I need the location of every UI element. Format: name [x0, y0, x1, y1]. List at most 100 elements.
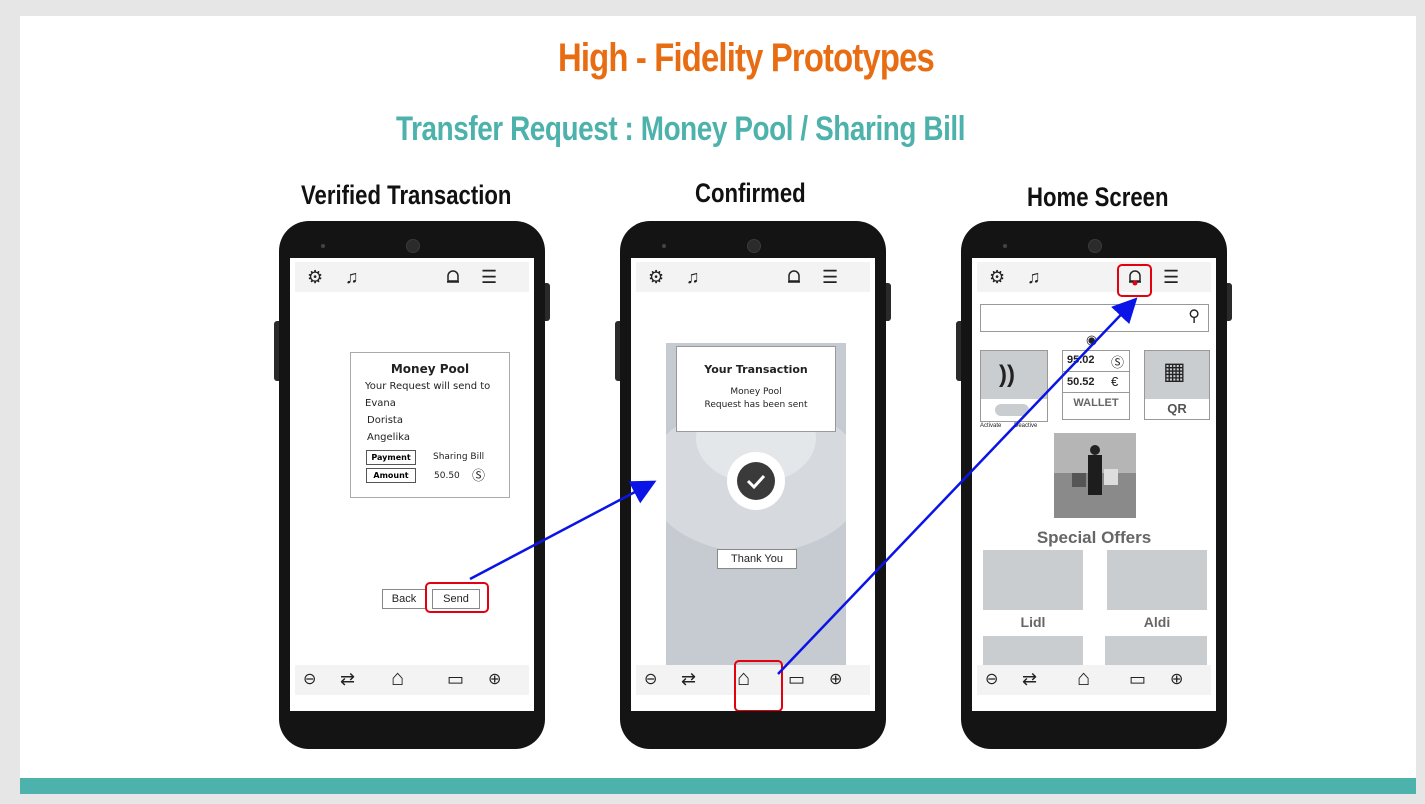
- label-confirmed: Confirmed: [695, 178, 806, 208]
- offer-label: Aldi: [1143, 614, 1171, 630]
- phone-screen: ⚙ ♫ ☰ Money Pool Your Request will send …: [290, 258, 534, 711]
- menu-icon[interactable]: ☰: [481, 267, 497, 287]
- phone-confirmed: ⚙ ♫ ☰ Your Transaction Money Pool Reques…: [615, 221, 891, 749]
- special-offers-title: Special Offers: [1036, 528, 1152, 547]
- promo-bag: [1104, 469, 1118, 485]
- qr-icon: ▦: [1163, 358, 1186, 385]
- promo-figure: [1090, 445, 1100, 455]
- wallet-icon[interactable]: ▭: [447, 669, 464, 689]
- contactless-tile[interactable]: )): [980, 350, 1048, 422]
- dialog-title: Your Transaction: [704, 363, 808, 376]
- bell-icon[interactable]: [444, 268, 462, 286]
- qr-label-area: QR: [1145, 399, 1209, 419]
- dialog-line: Request has been sent: [704, 400, 808, 410]
- activate-toggle[interactable]: [995, 404, 1029, 416]
- menu-icon[interactable]: ☰: [822, 267, 838, 287]
- phone-screen: ⚙ ♫ ☰ Your Transaction Money Pool Reques…: [631, 258, 875, 711]
- wallet-icon[interactable]: ▭: [788, 669, 805, 689]
- check-icon: [737, 462, 775, 500]
- phone-button: [545, 283, 550, 321]
- offer-tile-aldi[interactable]: [1107, 550, 1207, 610]
- transaction-dialog: Your Transaction Money Pool Request has …: [676, 346, 836, 432]
- activate-label: Activate: [980, 423, 1002, 429]
- phone-camera: [406, 239, 420, 253]
- home-highlight: [734, 660, 783, 711]
- offer-tile[interactable]: [983, 636, 1083, 666]
- toggle-area: [981, 399, 1047, 421]
- promo-bag: [1072, 473, 1086, 487]
- settings-icon[interactable]: ⚙: [989, 267, 1005, 287]
- promo-image[interactable]: [1054, 433, 1136, 518]
- phone-camera: [1088, 239, 1102, 253]
- phone-sensor: [1003, 244, 1007, 248]
- settings-icon[interactable]: ⚙: [648, 267, 664, 287]
- wallet-tile[interactable]: 95.02 Ⓢ 50.52 € WALLET: [1062, 350, 1130, 420]
- phone-camera: [747, 239, 761, 253]
- thank-you-button[interactable]: Thank You: [717, 549, 797, 569]
- card-title: Money Pool: [390, 362, 470, 376]
- back-arrow-icon[interactable]: ⊖: [303, 670, 316, 690]
- top-bar: ⚙ ♫ ☰: [295, 262, 529, 292]
- label-verified-transaction: Verified Transaction: [301, 180, 512, 210]
- search-icon[interactable]: ⚲: [1188, 307, 1200, 327]
- phone-button: [956, 321, 961, 381]
- qr-label: QR: [1167, 401, 1187, 416]
- footer-bar: [20, 778, 1416, 794]
- promo-figure: [1088, 455, 1102, 495]
- recipient: Evana: [365, 398, 396, 409]
- dollar-icon: Ⓢ: [1111, 355, 1125, 370]
- settings-icon[interactable]: ⚙: [307, 267, 323, 287]
- offer-tile-lidl[interactable]: [983, 550, 1083, 610]
- home-icon[interactable]: ⌂: [1077, 667, 1090, 689]
- hide-balance-icon[interactable]: ◉: [1086, 330, 1097, 350]
- headset-icon[interactable]: ♫: [345, 267, 359, 287]
- search-input[interactable]: ⚲: [980, 304, 1209, 332]
- deactive-label: Deactive: [1014, 423, 1038, 429]
- slide-title: High - Fidelity Prototypes: [558, 36, 935, 80]
- transfer-icon[interactable]: ⇄: [340, 669, 355, 689]
- back-arrow-icon[interactable]: ⊖: [644, 670, 657, 690]
- qr-tile[interactable]: ▦ QR: [1144, 350, 1210, 420]
- home-icon[interactable]: ⌂: [391, 667, 404, 689]
- headset-icon[interactable]: ♫: [1027, 267, 1041, 287]
- phone-button: [615, 321, 620, 381]
- transfer-icon[interactable]: ⇄: [681, 669, 696, 689]
- forward-arrow-icon[interactable]: ⊕: [488, 670, 501, 690]
- balance-usd: 95.02: [1067, 354, 1095, 366]
- balance-eur-row: 50.52 €: [1063, 372, 1129, 393]
- amount-value: 50.50: [434, 471, 460, 481]
- bottom-nav: ⊖ ⇄ ⌂ ▭ ⊕: [295, 665, 529, 695]
- wallet-label: WALLET: [1073, 397, 1119, 409]
- slide-subtitle: Transfer Request : Money Pool / Sharing …: [396, 110, 966, 148]
- top-bar: ⚙ ♫ ☰: [977, 262, 1211, 292]
- send-highlight: [425, 582, 489, 613]
- transfer-icon[interactable]: ⇄: [1022, 669, 1037, 689]
- phone-screen: ⚙ ♫ ☰ ⚲ ◉ )) Activate Deactive 95.02 Ⓢ 5…: [972, 258, 1216, 711]
- dollar-coin-icon: Ⓢ: [472, 469, 486, 484]
- bottom-nav: ⊖ ⇄ ⌂ ▭ ⊕: [977, 665, 1211, 695]
- card-line: Your Request will send to: [365, 381, 491, 392]
- back-arrow-icon[interactable]: ⊖: [985, 670, 998, 690]
- payment-tag: Payment: [366, 450, 416, 465]
- phone-sensor: [662, 244, 666, 248]
- money-pool-card: Money Pool Your Request will send to Eva…: [350, 352, 510, 498]
- headset-icon[interactable]: ♫: [686, 267, 700, 287]
- recipient: Angelika: [367, 432, 410, 443]
- bell-icon[interactable]: [785, 268, 803, 286]
- phone-home-screen: ⚙ ♫ ☰ ⚲ ◉ )) Activate Deactive 95.02 Ⓢ 5…: [956, 221, 1232, 749]
- amount-tag: Amount: [366, 468, 416, 483]
- label-home-screen: Home Screen: [1027, 182, 1169, 212]
- payment-value: Sharing Bill: [433, 452, 485, 462]
- forward-arrow-icon[interactable]: ⊕: [1170, 670, 1183, 690]
- back-button[interactable]: Back: [382, 589, 426, 609]
- menu-icon[interactable]: ☰: [1163, 267, 1179, 287]
- bell-highlight: [1117, 264, 1152, 297]
- euro-icon: €: [1111, 374, 1119, 389]
- contactless-icon: )): [999, 361, 1015, 388]
- forward-arrow-icon[interactable]: ⊕: [829, 670, 842, 690]
- balance-usd-row: 95.02 Ⓢ: [1063, 351, 1129, 372]
- phone-button: [274, 321, 279, 381]
- check-circle: [727, 452, 785, 510]
- offer-tile[interactable]: [1105, 636, 1207, 666]
- wallet-icon[interactable]: ▭: [1129, 669, 1146, 689]
